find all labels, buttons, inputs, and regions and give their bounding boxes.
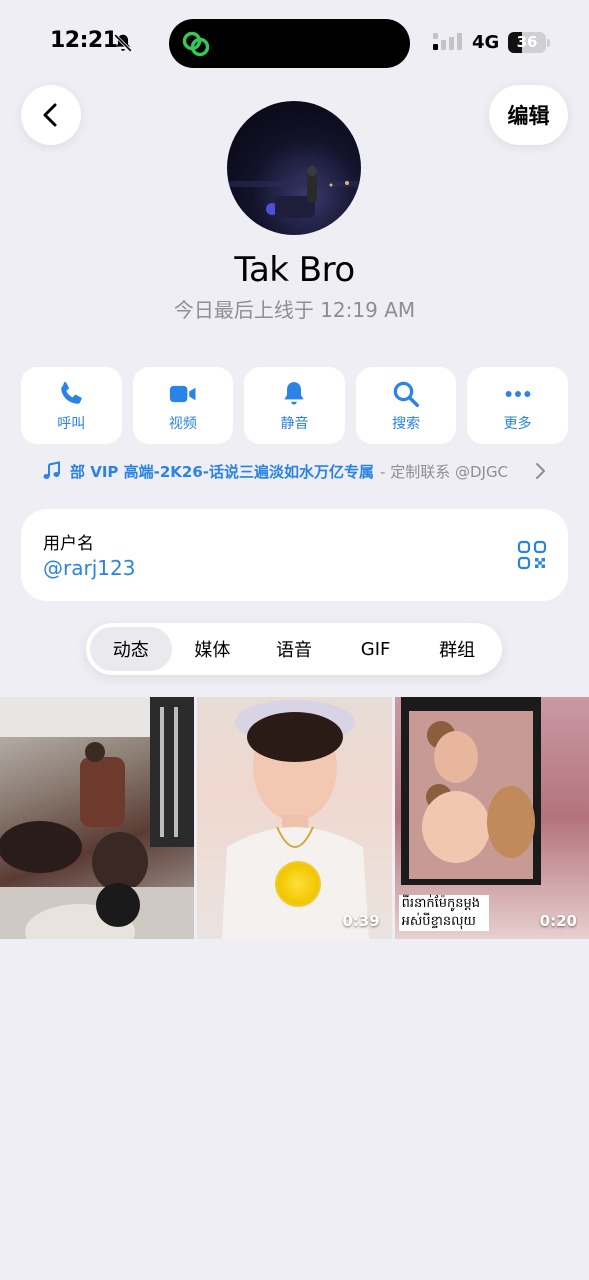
bell-off-icon (114, 34, 132, 52)
username-value[interactable]: @rarj123 (43, 556, 135, 580)
video-button[interactable]: 视频 (132, 367, 234, 444)
signal-icon (433, 33, 462, 50)
avatar-photo (227, 166, 361, 218)
tab-media[interactable]: 媒体 (172, 627, 254, 671)
link-rings-icon (182, 31, 210, 57)
tab-posts[interactable]: 动态 (90, 627, 172, 671)
edit-button[interactable]: 编辑 (489, 85, 568, 145)
tab-gif[interactable]: GIF (335, 627, 417, 671)
search-icon (393, 381, 420, 407)
profile-name: Tak Bro (234, 250, 355, 290)
music-subtitle: - 定制联系 @DJGC (380, 462, 509, 481)
media-item[interactable]: ពីរនាក់ម៉ែកូនម្តង អស់បីខ្ទានលុយ 0:20 (394, 697, 589, 939)
search-label: 搜索 (392, 415, 421, 432)
video-icon (169, 385, 196, 402)
video-duration: 0:39 (342, 912, 380, 930)
media-tabs: 动态 媒体 语音 GIF 群组 (86, 623, 502, 675)
call-button[interactable]: 呼叫 (21, 367, 122, 444)
battery-percent: 36 (516, 33, 538, 51)
chevron-left-icon (43, 103, 57, 127)
tab-voice[interactable]: 语音 (253, 627, 335, 671)
username-card[interactable]: 用户名 @rarj123 (21, 509, 568, 601)
mute-button[interactable]: 静音 (244, 367, 345, 444)
status-bar: 12:21 4G 36 (0, 0, 589, 80)
music-note-icon (43, 461, 60, 479)
qr-code-icon[interactable] (517, 540, 547, 570)
username-label: 用户名 (43, 534, 94, 554)
media-thumbnail (400, 697, 541, 885)
more-label: 更多 (503, 415, 532, 432)
last-seen: 今日最后上线于 12:19 AM (173, 298, 416, 322)
chevron-right-icon[interactable] (533, 461, 547, 481)
call-label: 呼叫 (57, 415, 86, 432)
media-item[interactable] (0, 697, 195, 939)
profile-music-bar[interactable]: 部 VIP 高端-2K26-话说三遍淡如水万亿专属 - 定制联系 @DJGC (42, 458, 552, 484)
action-bar: 呼叫 视频 静音 搜索 更多 (21, 367, 568, 444)
more-icon (505, 390, 531, 397)
mute-label: 静音 (280, 415, 309, 432)
more-button[interactable]: 更多 (467, 367, 568, 444)
bell-icon (284, 381, 305, 404)
search-button[interactable]: 搜索 (355, 367, 457, 444)
media-caption: ពីរនាក់ម៉ែកូនម្តង អស់បីខ្ទានលុយ (398, 895, 489, 931)
battery-icon: 36 (508, 32, 546, 53)
media-grid: 0:39 ពីរនាក់ម៉ែកូនម្តង អស់បីខ្ទានលុយ 0:2… (0, 697, 589, 939)
media-thumbnail (0, 697, 195, 939)
status-time: 12:21 (50, 28, 118, 53)
tab-groups[interactable]: 群组 (416, 627, 498, 671)
video-duration: 0:20 (539, 912, 577, 930)
video-label: 视频 (168, 415, 197, 432)
avatar[interactable] (227, 101, 361, 235)
emoji-sticker (275, 861, 322, 907)
media-item[interactable]: 0:39 (197, 697, 392, 939)
phone-icon (61, 381, 82, 404)
dynamic-island (169, 19, 410, 68)
network-type: 4G (472, 32, 500, 53)
baby-photo (408, 711, 535, 879)
battery-cap (547, 39, 550, 47)
music-title: 部 VIP 高端-2K26-话说三遍淡如水万亿专属 (70, 462, 375, 481)
back-button[interactable] (21, 85, 81, 145)
